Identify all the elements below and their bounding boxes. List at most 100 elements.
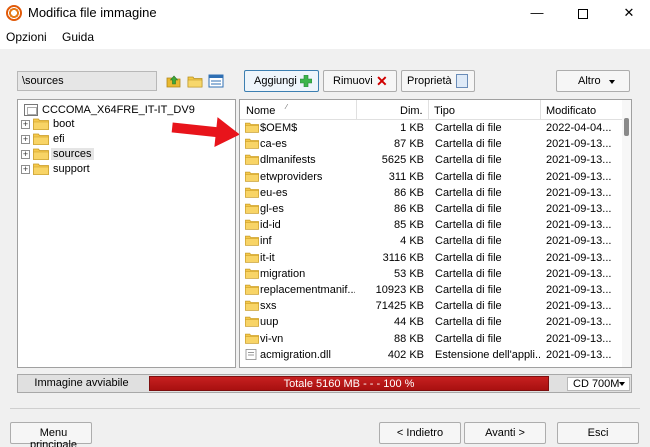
file-type: Cartella di file <box>435 186 502 199</box>
file-icon <box>245 348 259 360</box>
file-name: vi-vn <box>260 332 284 345</box>
tree-item-label: efi <box>53 133 65 145</box>
delete-x-icon: ✕ <box>376 73 388 89</box>
file-name: migration <box>260 267 306 280</box>
remove-button-label: Rimuovi <box>333 75 373 87</box>
scrollbar-thumb[interactable] <box>624 118 629 136</box>
file-name: eu-es <box>260 186 288 199</box>
column-separator[interactable] <box>428 100 429 120</box>
file-type: Cartella di file <box>435 251 502 264</box>
column-name-header[interactable]: Nome <box>246 105 275 117</box>
folder-icon <box>245 203 259 214</box>
file-type: Cartella di file <box>435 203 502 215</box>
file-modified: 2021-09-13... <box>546 267 612 280</box>
close-icon: ✕ <box>623 5 635 20</box>
more-dropdown[interactable]: Altro <box>556 70 630 92</box>
file-modified: 2022-04-04... <box>546 122 612 134</box>
list-item[interactable]: sxs 71425 KB Cartella di file 2021-09-13... <box>240 298 622 314</box>
view-details-icon[interactable] <box>208 73 224 89</box>
maximize-button[interactable] <box>560 0 606 27</box>
list-item[interactable]: replacementmanif... 10923 KB Cartella di f… <box>240 282 622 298</box>
list-item[interactable]: uup 44 KB Cartella di file 2021-09-13... <box>240 314 622 330</box>
file-modified: 2021-09-13... <box>546 138 612 151</box>
file-name: uup <box>260 316 279 329</box>
next-button[interactable]: Avanti > <box>464 422 546 444</box>
menu-opzioni[interactable]: Opzioni <box>6 30 47 44</box>
folder-icon <box>245 235 259 247</box>
main-menu-button[interactable]: Menu principale <box>10 422 92 447</box>
list-item[interactable]: ca-es 87 KB Cartella di file 2021-09-13... <box>240 136 622 152</box>
file-name: it-it <box>260 251 275 264</box>
tree-item-label: boot <box>53 118 75 130</box>
file-type: Estensione dell'appli... <box>435 348 540 361</box>
file-list[interactable]: Nome ⁄ Dim. Tipo Modificato $OEM$ 1 KB Car… <box>239 99 632 368</box>
file-size: 88 KB <box>394 332 424 345</box>
file-name: inf <box>260 235 272 248</box>
properties-icon <box>456 74 468 88</box>
file-size: 85 KB <box>394 219 424 232</box>
list-item[interactable]: inf 4 KB Cartella di file 2021-09-13... <box>240 233 622 249</box>
folder-up-icon[interactable] <box>166 73 182 89</box>
file-modified: 2021-09-13... <box>546 203 612 215</box>
add-button-label: Aggiungi <box>254 75 297 87</box>
file-size: 86 KB <box>394 203 424 215</box>
bootable-image-label: Immagine avviabile <box>34 377 129 389</box>
file-size: 402 KB <box>387 348 424 361</box>
list-item[interactable]: acmigration.dll 402 KB Estensione dell'app… <box>240 347 622 363</box>
folder-icon <box>245 316 259 328</box>
file-modified: 2021-09-13... <box>546 186 612 199</box>
media-size-select[interactable]: CD 700M <box>567 377 630 391</box>
file-name: ca-es <box>260 138 287 151</box>
folder-icon <box>245 300 259 311</box>
app-icon <box>6 5 22 21</box>
column-separator[interactable] <box>540 100 541 120</box>
properties-button[interactable]: Proprietà <box>401 70 475 92</box>
file-name: sxs <box>260 300 277 313</box>
list-item[interactable]: eu-es 86 KB Cartella di file 2021-09-13... <box>240 185 622 201</box>
properties-button-label: Proprietà <box>407 75 452 87</box>
expand-plus-icon[interactable]: + <box>21 150 30 159</box>
expand-plus-icon[interactable]: + <box>21 120 30 129</box>
menu-bar: Opzioni Guida <box>0 27 650 49</box>
column-type-header[interactable]: Tipo <box>434 105 455 117</box>
file-size: 86 KB <box>394 186 424 199</box>
list-item[interactable]: dlmanifests 5625 KB Cartella di file 2021-0… <box>240 152 622 168</box>
file-type: Cartella di file <box>435 154 502 167</box>
column-separator[interactable] <box>356 100 357 120</box>
close-button[interactable]: ✕ <box>606 0 650 27</box>
menu-guida[interactable]: Guida <box>62 30 94 44</box>
new-folder-icon[interactable] <box>187 73 203 89</box>
file-modified: 2021-09-13... <box>546 300 612 313</box>
list-item[interactable]: migration 53 KB Cartella di file 2021-09-13… <box>240 266 622 282</box>
vertical-scrollbar[interactable] <box>622 100 631 367</box>
file-size: 3116 KB <box>382 251 424 264</box>
expand-plus-icon[interactable]: + <box>21 165 30 174</box>
file-size: 5625 KB <box>381 154 424 167</box>
list-item[interactable]: $OEM$ 1 KB Cartella di file 2022-04-04... <box>240 120 622 136</box>
path-field[interactable]: \sources <box>17 71 157 91</box>
file-name: dlmanifests <box>260 154 316 167</box>
list-item[interactable]: etwproviders 311 KB Cartella di file 2021-0… <box>240 169 622 185</box>
list-item[interactable]: gl-es 86 KB Cartella di file 2021-09-13... <box>240 201 622 217</box>
file-type: Cartella di file <box>435 170 502 183</box>
list-item[interactable]: id-id 85 KB Cartella di file 2021-09-13... <box>240 217 622 233</box>
add-button[interactable]: Aggiungi <box>244 70 319 92</box>
list-item[interactable]: vi-vn 88 KB Cartella di file 2021-09-13... <box>240 331 622 347</box>
capacity-progress-bar: Totale 5160 MB - - - 100 % <box>149 376 549 391</box>
remove-button[interactable]: Rimuovi ✕ <box>323 70 397 92</box>
file-type: Cartella di file <box>435 284 502 296</box>
file-type: Cartella di file <box>435 138 502 151</box>
file-size: 10923 KB <box>375 284 424 296</box>
expand-plus-icon[interactable]: + <box>21 135 30 144</box>
list-item[interactable]: it-it 3116 KB Cartella di file 2021-09-13..… <box>240 250 622 266</box>
column-size-header[interactable]: Dim. <box>400 105 423 117</box>
back-button[interactable]: < Indietro <box>379 422 461 444</box>
file-modified: 2021-09-13... <box>546 235 612 248</box>
exit-button[interactable]: Esci <box>557 422 639 444</box>
progress-text: Totale 5160 MB - - - 100 % <box>283 378 415 390</box>
column-modified-header[interactable]: Modificato <box>546 105 596 117</box>
minimize-button[interactable]: — <box>514 0 560 27</box>
folder-icon <box>245 219 259 230</box>
file-modified: 2021-09-13... <box>546 316 612 329</box>
annotation-arrow <box>171 117 240 147</box>
